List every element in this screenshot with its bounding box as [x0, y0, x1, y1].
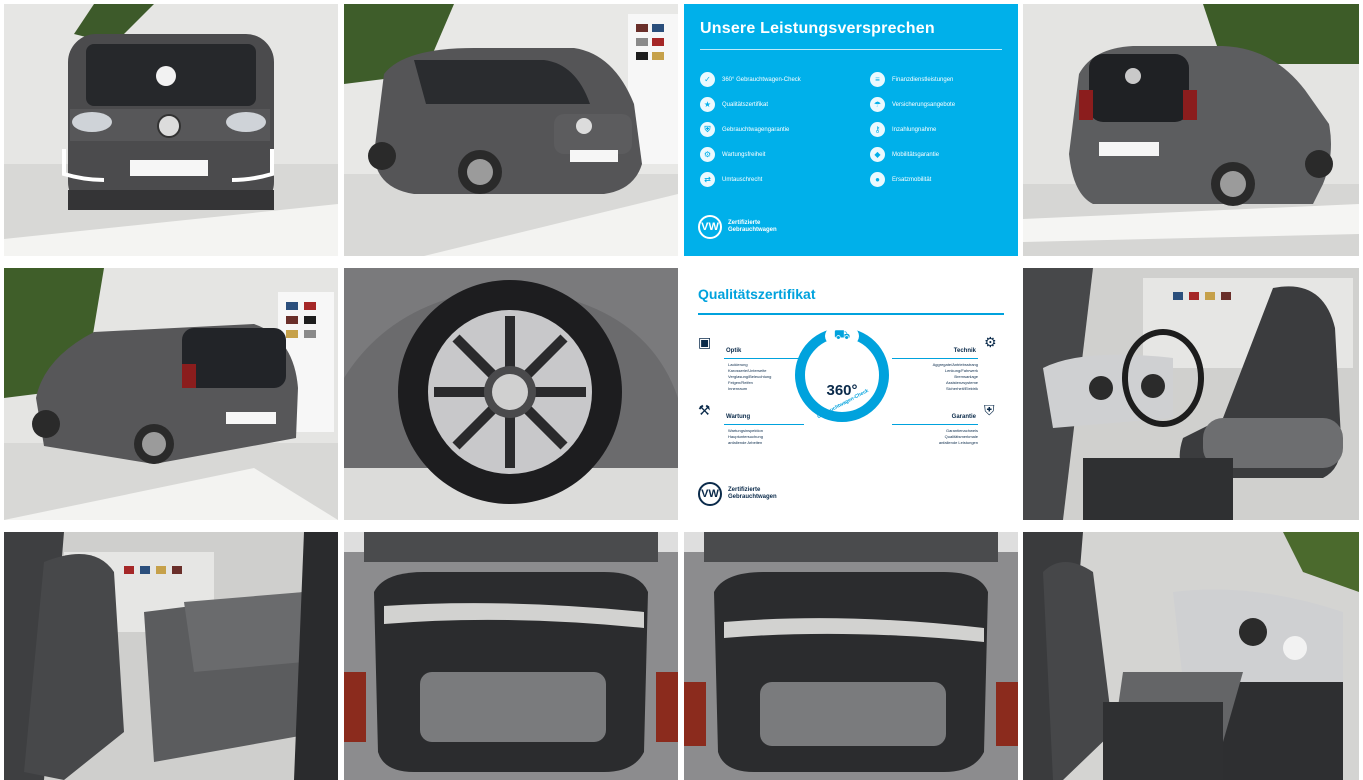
document-icon: ≡ [870, 72, 885, 87]
rear-view-photo[interactable] [1023, 4, 1359, 256]
promise-panel-title: Unsere Leistungsversprechen [700, 20, 935, 37]
tools-icon: ⚒ [698, 402, 711, 418]
promise-item-label: Versicherungsangebote [892, 101, 956, 108]
car-check-icon: ✓ [700, 72, 715, 87]
promise-item-label: 360° Gebrauchtwagen-Check [722, 76, 801, 83]
promise-item-label: Wartungsfreiheit [722, 151, 766, 158]
certificate-logo-line2: Gebrauchtwagen [728, 494, 777, 500]
promise-logo-line1: Zertifizierte [728, 220, 761, 226]
section-heading-garantie: Garantie [951, 414, 976, 420]
promise-item-label: Qualitätszertifikat [722, 101, 769, 108]
quality-certificate-panel[interactable]: Qualitätszertifikat ▣ Optik Lackierung K… [684, 268, 1018, 520]
promise-item-check: ✓ 360° Gebrauchtwagen-Check [700, 72, 801, 87]
promise-item-trade-in: ⚷ Inzahlungnahme [870, 122, 936, 137]
section-heading-wartung: Wartung [726, 414, 751, 420]
section-divider [892, 424, 978, 425]
promise-item-label: Finanzdienstleistungen [892, 76, 954, 83]
list-item: Innenraum [728, 386, 748, 391]
promise-panel-divider [700, 49, 1002, 50]
wrench-icon: ⚙ [700, 147, 715, 162]
promise-logo-line2: Gebrauchtwagen [728, 227, 777, 233]
car-icon: ◆ [870, 147, 885, 162]
optik-list: Lackierung Karosserie/Unterseite Verglas… [728, 362, 771, 392]
promise-item-insurance: ☂ Versicherungsangebote [870, 97, 955, 112]
trunk-photo-2[interactable] [684, 532, 1018, 780]
list-item: anfallende Arbeiten [728, 440, 763, 445]
front-seats-photo[interactable] [1023, 268, 1359, 520]
section-divider [892, 358, 978, 359]
car-replacement-icon: ● [870, 172, 885, 187]
certificate-icon: ★ [700, 97, 715, 112]
exchange-icon: ⇄ [700, 172, 715, 187]
trunk-photo[interactable] [344, 532, 678, 780]
promise-item-label: Ersatzmobilität [892, 176, 932, 183]
photo-gallery-grid: Unsere Leistungsversprechen ✓ 360° Gebra… [0, 0, 1363, 780]
list-item: anfallende Leistungen [938, 440, 978, 445]
promise-logo-caption: Zertifizierte Gebrauchtwagen [728, 220, 777, 234]
wheel-photo[interactable] [344, 268, 678, 520]
promise-item-label: Umtauschrecht [722, 176, 763, 183]
section-heading-optik: Optik [726, 348, 742, 354]
service-promise-panel[interactable]: Unsere Leistungsversprechen ✓ 360° Gebra… [684, 4, 1018, 256]
promise-item-replacement: ● Ersatzmobilität [870, 172, 931, 187]
list-item: Sicherheit/Elektrik [945, 386, 978, 391]
section-divider [724, 424, 804, 425]
car-scan-icon: ⛟ [825, 324, 859, 348]
promise-item-exchange: ⇄ Umtauschrecht [700, 172, 762, 187]
key-icon: ⚷ [870, 122, 885, 137]
engine-check-icon: ⚙ [984, 334, 997, 350]
shield-check-icon: ⛨ [984, 402, 995, 418]
vw-logo: VW [698, 482, 722, 506]
interior-dashboard-photo[interactable] [1023, 532, 1359, 780]
promise-item-label: Mobilitätsgarantie [892, 151, 940, 158]
car-body-icon: ▣ [698, 334, 712, 350]
promise-item-warranty: ⛨ Gebrauchtwagengarantie [700, 122, 789, 137]
wartung-list: Wartungsinspektion Hauptuntersuchung anf… [728, 428, 763, 446]
technik-list: Aggregate/Antriebsstrang Lenkung/Fahrwer… [890, 362, 978, 392]
garantie-list: Garantienachweis Qualitätsmerkmale anfal… [890, 428, 978, 446]
promise-item-mobility: ◆ Mobilitätsgarantie [870, 147, 939, 162]
rear-three-quarter-photo[interactable] [4, 268, 338, 520]
certificate-logo-caption: Zertifizierte Gebrauchtwagen [728, 487, 777, 501]
section-heading-technik: Technik [953, 348, 976, 354]
rear-seats-photo[interactable] [4, 532, 338, 780]
certificate-panel-divider [698, 313, 1004, 315]
vw-logo: VW [698, 215, 722, 239]
promise-item-maintenance: ⚙ Wartungsfreiheit [700, 147, 765, 162]
certificate-logo-line1: Zertifizierte [728, 487, 761, 493]
promise-item-label: Gebrauchtwagengarantie [722, 126, 790, 133]
certificate-panel-title: Qualitätszertifikat [698, 286, 816, 302]
shield-icon: ⛨ [700, 122, 715, 137]
umbrella-icon: ☂ [870, 97, 885, 112]
promise-item-certificate: ★ Qualitätszertifikat [700, 97, 768, 112]
front-three-quarter-photo[interactable] [344, 4, 678, 256]
section-divider [724, 358, 804, 359]
promise-item-finance: ≡ Finanzdienstleistungen [870, 72, 953, 87]
promise-item-label: Inzahlungnahme [892, 126, 937, 133]
front-view-photo[interactable] [4, 4, 338, 256]
